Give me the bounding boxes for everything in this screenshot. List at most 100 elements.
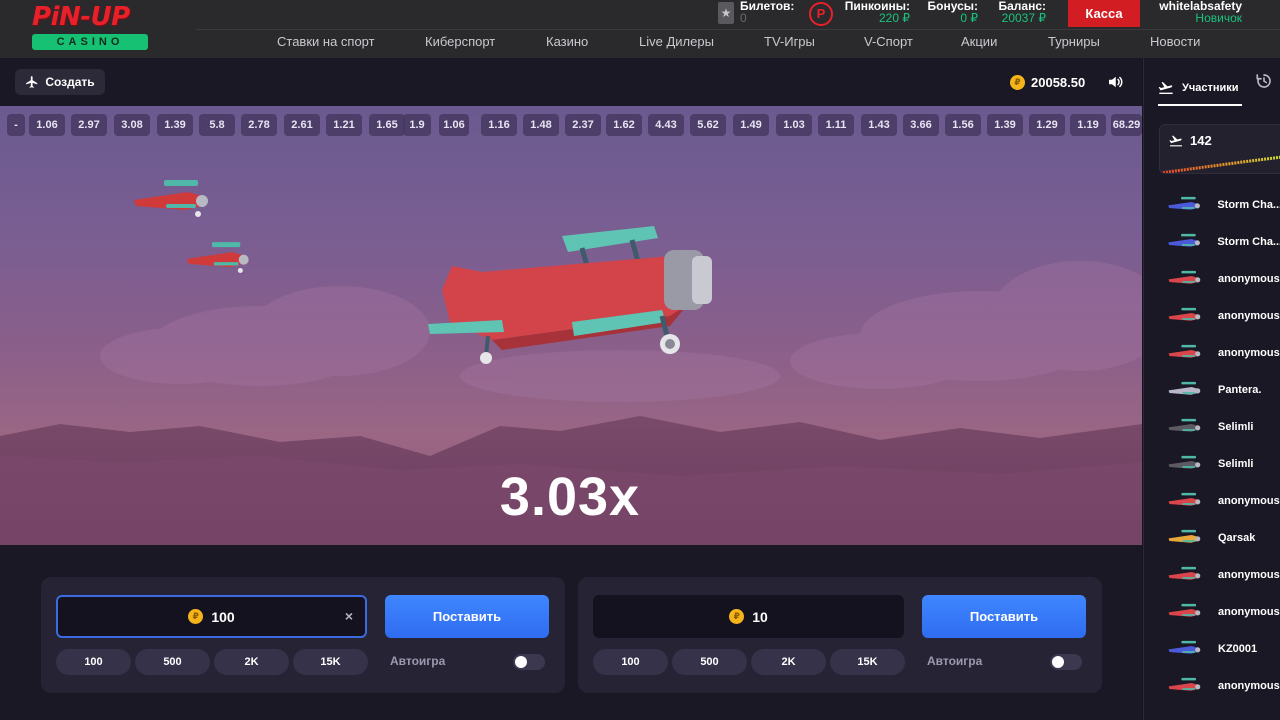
history-multiplier[interactable]: 1.21 (326, 114, 362, 136)
nav-tv-games[interactable]: TV-Игры (764, 34, 815, 49)
participant-name: anonymous (1218, 347, 1280, 359)
nav-tournaments[interactable]: Турниры (1048, 34, 1100, 49)
small-plane-icon (134, 180, 208, 217)
history-multiplier[interactable]: 1.9 (403, 114, 431, 136)
pincoin-icon: P (809, 2, 833, 26)
participant-plane-icon (1168, 196, 1200, 210)
nav-casino[interactable]: Казино (546, 34, 588, 49)
participant-row: anonymous (1164, 565, 1280, 585)
history-multiplier[interactable]: 1.06 (439, 114, 469, 136)
autoplay-toggle[interactable] (513, 654, 545, 670)
participant-plane-icon (1168, 307, 1201, 321)
autoplay-toggle[interactable] (1050, 654, 1082, 670)
quick-amount-button[interactable]: 2K (214, 649, 289, 675)
history-multiplier[interactable]: 1.65 (369, 114, 405, 136)
history-multiplier[interactable]: 5.8 (199, 114, 235, 136)
nav-sports-betting[interactable]: Ставки на спорт (277, 34, 375, 49)
participant-row: Qarsak (1164, 528, 1280, 548)
history-multiplier[interactable]: 3.08 (114, 114, 150, 136)
quick-amount-button[interactable]: 500 (135, 649, 210, 675)
header-divider (196, 29, 1280, 30)
history-multiplier[interactable]: 1.06 (29, 114, 65, 136)
main-nav: Ставки на спорт Киберспорт Казино Live Д… (0, 34, 1280, 54)
participant-name: anonymous (1218, 310, 1280, 322)
participant-row: anonymous (1164, 306, 1280, 326)
history-icon[interactable] (1255, 72, 1273, 90)
history-multiplier[interactable]: 1.29 (1029, 114, 1065, 136)
coin-icon: ₽ (188, 609, 204, 624)
quick-amount-button[interactable]: 15K (830, 649, 905, 675)
cashier-button[interactable]: Касса (1068, 0, 1140, 27)
participants-summary: 142 (1159, 124, 1280, 174)
participant-row: KZ0001 (1164, 639, 1280, 659)
history-multiplier[interactable]: 68.29 (1111, 114, 1142, 136)
aviator-game: Создать ₽ 20058.50 - 1.06 2.97 3.08 1.39… (0, 58, 1142, 720)
ticket-star-icon: ★ (718, 2, 734, 24)
bet-amount-input[interactable]: ₽ 10 (593, 595, 904, 638)
game-balance-value: 20058.50 (1031, 74, 1086, 90)
quick-amount-button[interactable]: 15K (293, 649, 368, 675)
history-multiplier[interactable]: 1.39 (157, 114, 193, 136)
history-multiplier[interactable]: 3.66 (903, 114, 939, 136)
participant-row: anonymous (1164, 676, 1280, 696)
history-multiplier[interactable]: 1.48 (523, 114, 559, 136)
participant-row: Pantera. (1164, 380, 1280, 400)
flight-canvas: -1.06 2.97 3.08 1.39 5.8 2.78 2.61 1.21 1.65 1.9 1… (0, 106, 1142, 545)
bet-amount-input[interactable]: ₽ 100 × (56, 595, 367, 638)
bet-panel-1: ₽ 100 × Поставить 100 500 2K 15K Автоигр… (41, 577, 565, 693)
multiplier-history: -1.06 2.97 3.08 1.39 5.8 2.78 2.61 1.21 1.65 1.9 1… (0, 114, 1142, 136)
tickets-stat[interactable]: Билетов: 0 (740, 0, 796, 24)
nav-news[interactable]: Новости (1150, 34, 1200, 49)
coin-icon: ₽ (1010, 74, 1025, 90)
quick-amount-button[interactable]: 500 (672, 649, 747, 675)
history-multiplier[interactable]: 4.43 (648, 114, 684, 136)
place-bet-button[interactable]: Поставить (922, 595, 1086, 638)
bet-amount-value: 100 (211, 608, 235, 625)
clear-icon[interactable]: × (345, 608, 353, 624)
plane-icon (26, 76, 38, 88)
place-bet-button[interactable]: Поставить (385, 595, 549, 638)
history-multiplier[interactable]: 1.62 (606, 114, 642, 136)
quick-amount-button[interactable]: 2K (751, 649, 826, 675)
create-button[interactable]: Создать (15, 69, 105, 95)
nav-v-sport[interactable]: V-Спорт (864, 34, 913, 49)
nav-esports[interactable]: Киберспорт (425, 34, 495, 49)
history-multiplier[interactable]: 5.62 (690, 114, 726, 136)
history-multiplier[interactable]: 2.97 (71, 114, 107, 136)
history-multiplier[interactable]: 1.11 (818, 114, 854, 136)
history-multiplier[interactable]: 2.78 (241, 114, 277, 136)
quick-amount-button[interactable]: 100 (593, 649, 668, 675)
nav-promotions[interactable]: Акции (961, 34, 997, 49)
history-multiplier[interactable]: - (7, 114, 25, 136)
main-plane-icon (428, 226, 712, 364)
nav-live-dealers[interactable]: Live Дилеры (639, 34, 714, 49)
tab-participants[interactable]: Участники (1158, 72, 1242, 106)
pincoins-stat[interactable]: Пинкоины: 220 ₽ (842, 0, 910, 24)
history-multiplier[interactable]: 2.37 (565, 114, 601, 136)
pincoins-value: 220 ₽ (879, 11, 910, 25)
user-account[interactable]: whitelabsafety Новичок (1150, 0, 1242, 24)
participant-plane-icon (1168, 640, 1201, 654)
bonuses-stat[interactable]: Бонусы: 0 ₽ (924, 0, 979, 25)
history-multiplier[interactable]: 1.16 (481, 114, 517, 136)
history-multiplier[interactable]: 2.61 (284, 114, 320, 136)
participant-name: Storm Cha... (1217, 199, 1280, 211)
sound-icon[interactable] (1106, 73, 1124, 91)
history-multiplier[interactable]: 1.19 (1070, 114, 1106, 136)
history-multiplier[interactable]: 1.43 (861, 114, 897, 136)
participant-name: anonymous (1218, 569, 1280, 581)
participant-name: Selimli (1218, 458, 1254, 470)
quick-amount-button[interactable]: 100 (56, 649, 131, 675)
participant-plane-icon (1168, 455, 1201, 469)
small-plane-icon (187, 242, 249, 273)
history-multiplier[interactable]: 1.03 (776, 114, 812, 136)
history-multiplier[interactable]: 1.39 (987, 114, 1023, 136)
balance-stat[interactable]: Баланс: 20037 ₽ (994, 0, 1046, 24)
history-multiplier[interactable]: 1.56 (945, 114, 981, 136)
bonuses-value: 0 ₽ (960, 11, 978, 25)
participant-name: anonymous (1218, 495, 1280, 507)
participant-name: Selimli (1218, 421, 1254, 433)
game-balance: ₽ 20058.50 (1010, 72, 1085, 92)
history-multiplier[interactable]: 1.49 (733, 114, 769, 136)
participant-plane-icon (1168, 603, 1201, 617)
